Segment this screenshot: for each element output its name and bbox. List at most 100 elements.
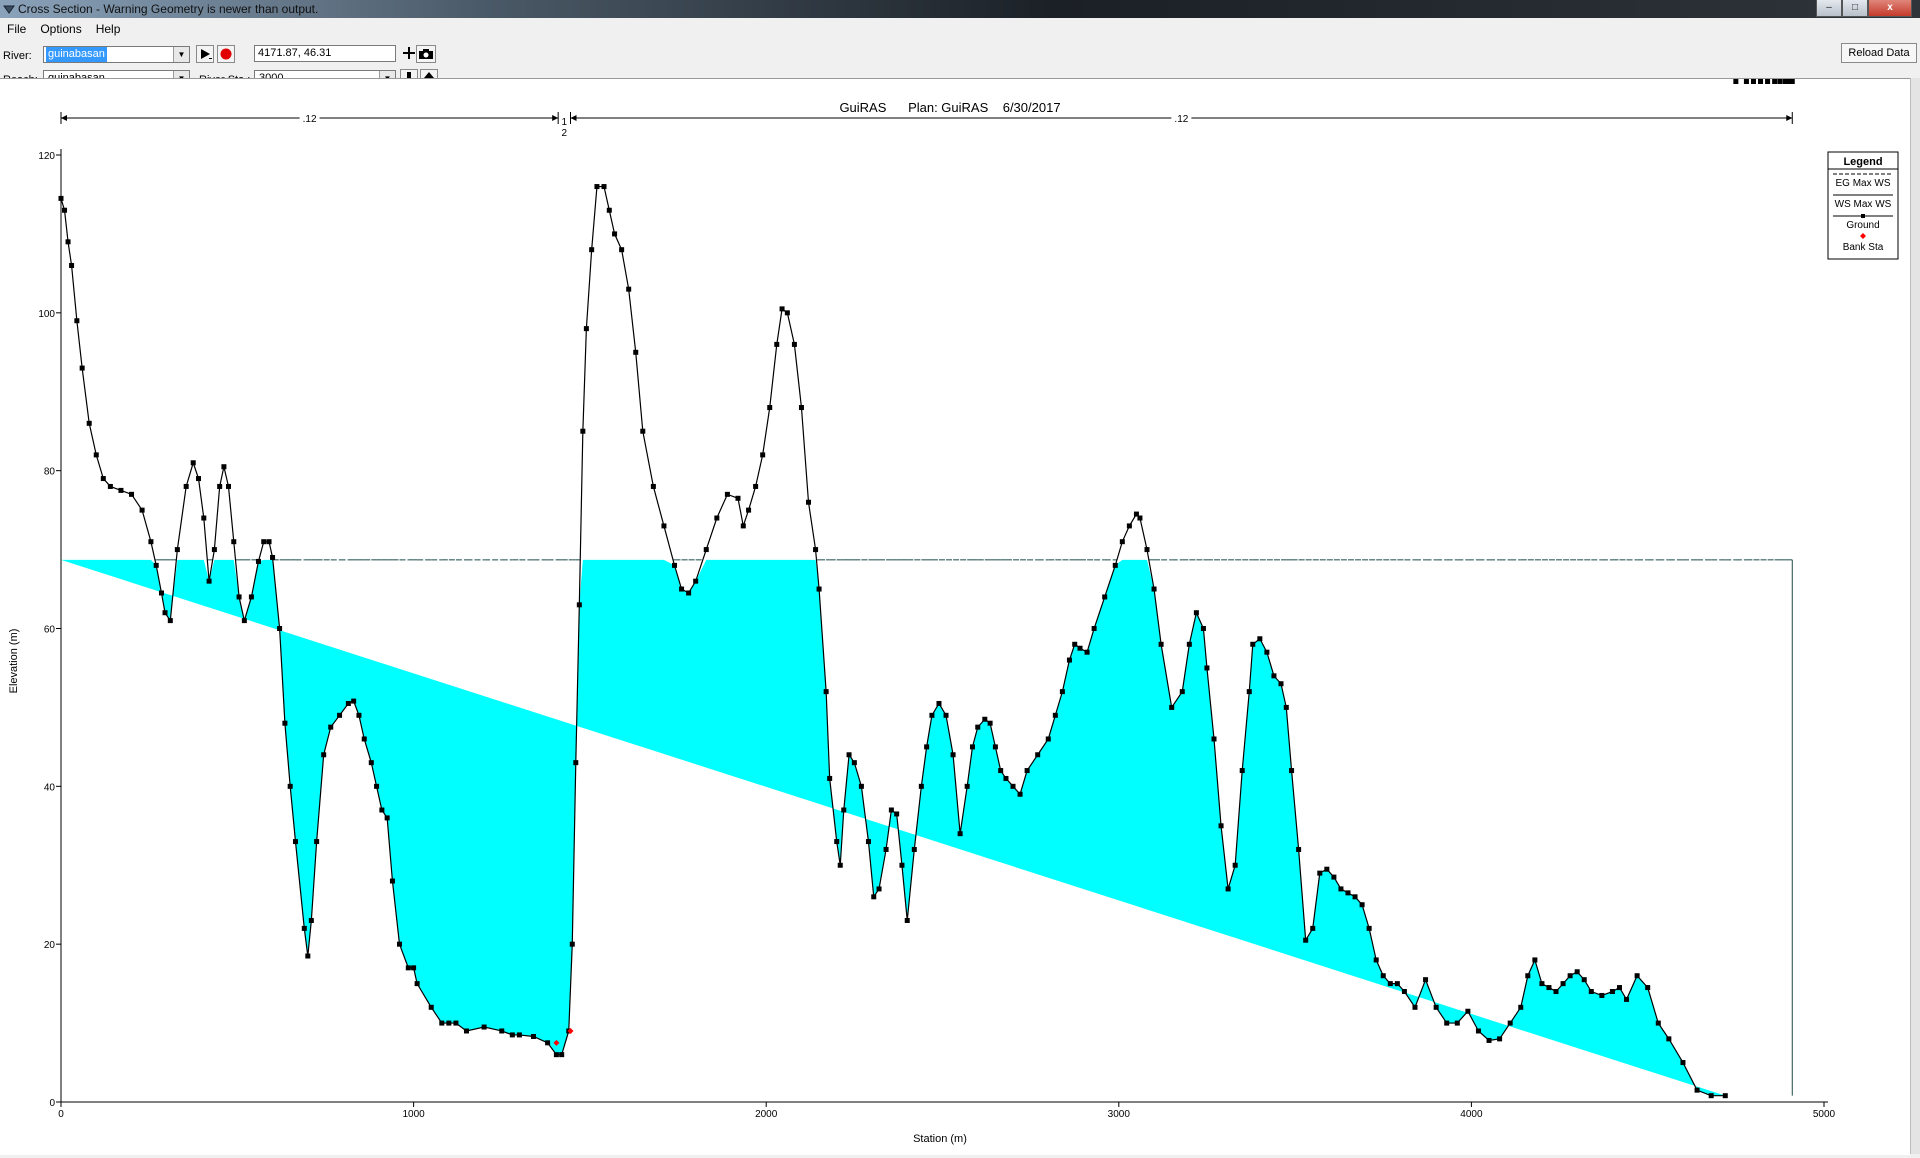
- minimize-button[interactable]: –: [1816, 0, 1842, 17]
- menu-options[interactable]: Options: [33, 19, 88, 39]
- ground-point: [107, 483, 113, 489]
- manning-arrow-left: [61, 115, 67, 121]
- ground-point: [816, 586, 822, 592]
- ground-point: [606, 207, 612, 213]
- play-icon: [201, 49, 212, 59]
- ground-point: [982, 716, 988, 722]
- ground-point: [206, 578, 212, 584]
- bank-marker-label: 2: [562, 128, 568, 139]
- maximize-button[interactable]: □: [1842, 0, 1868, 17]
- ground-point: [509, 1032, 515, 1038]
- ground-point: [1518, 1004, 1524, 1010]
- ground-point: [361, 736, 367, 742]
- ground-point: [987, 720, 993, 726]
- chevron-down-icon[interactable]: ▼: [173, 47, 189, 62]
- ground-point: [1645, 985, 1651, 991]
- menu-file[interactable]: File: [0, 19, 33, 39]
- menu-help[interactable]: Help: [89, 19, 128, 39]
- ground-point: [760, 452, 766, 458]
- ground-point: [1246, 689, 1252, 695]
- menu-bar: File Options Help: [0, 19, 1920, 39]
- ground-point: [888, 807, 894, 813]
- ground-point: [1743, 79, 1749, 84]
- ground-point: [255, 558, 261, 564]
- cross-section-plot-panel[interactable]: GuiRAS Plan: GuiRAS 6/30/2017 Station (m…: [0, 78, 1910, 1155]
- ground-point: [396, 941, 402, 947]
- ground-point: [918, 783, 924, 789]
- ground-point: [589, 247, 595, 253]
- ground-point: [1777, 79, 1783, 84]
- ground-point: [686, 590, 692, 596]
- y-tick-label: 40: [44, 782, 56, 793]
- ground-point: [1581, 977, 1587, 983]
- chart-legend: Legend EG Max WS WS Max WS Ground Bank S…: [1827, 151, 1899, 260]
- ground-point: [583, 326, 589, 332]
- ground-point: [1765, 79, 1771, 84]
- ground-point: [1158, 641, 1164, 647]
- ground-point: [79, 365, 85, 371]
- ground-point: [167, 618, 173, 624]
- ground-point: [1303, 937, 1309, 943]
- ground-point: [601, 184, 607, 190]
- manning-label: .12: [1174, 114, 1188, 125]
- river-select[interactable]: guinabasan ▼: [43, 46, 190, 63]
- ground-point: [735, 495, 741, 501]
- ground-point: [287, 783, 293, 789]
- ground-point: [1532, 957, 1538, 963]
- ground-point: [1475, 1028, 1481, 1034]
- ground-point: [1387, 981, 1393, 987]
- close-button[interactable]: x: [1868, 0, 1912, 17]
- ground-point: [100, 476, 106, 482]
- ground-point: [384, 815, 390, 821]
- ground-point: [1525, 973, 1531, 979]
- ground-point: [975, 724, 981, 730]
- play-button[interactable]: [196, 45, 214, 63]
- manning-label: .12: [303, 114, 317, 125]
- ground-point: [1169, 704, 1175, 710]
- ground-point: [463, 1028, 469, 1034]
- ground-point: [1186, 641, 1192, 647]
- camera-button[interactable]: [416, 45, 436, 63]
- river-label: River:: [3, 50, 32, 62]
- ground-point: [530, 1033, 536, 1039]
- ground-point: [211, 547, 217, 553]
- cross-section-chart[interactable]: GuiRAS Plan: GuiRAS 6/30/2017 Station (m…: [0, 79, 1910, 1155]
- ground-point: [1666, 1036, 1672, 1042]
- ground-point: [248, 594, 254, 600]
- y-axis-label: Elevation (m): [8, 629, 20, 694]
- ground-point: [1708, 1093, 1714, 1099]
- record-button[interactable]: [217, 45, 235, 63]
- ground-point: [1296, 846, 1302, 852]
- ground-point: [1352, 894, 1358, 900]
- ground-point: [1655, 1020, 1661, 1026]
- ground-point: [292, 839, 298, 845]
- ground-point: [453, 1020, 459, 1026]
- ground-point: [499, 1028, 505, 1034]
- ground-point: [1694, 1087, 1700, 1093]
- ground-point: [569, 941, 575, 947]
- ground-point: [894, 811, 900, 817]
- y-tick-label: 60: [44, 625, 56, 636]
- ground-point: [1497, 1036, 1503, 1042]
- ground-point: [446, 1020, 452, 1026]
- y-tick-label: 80: [44, 467, 56, 478]
- ground-point: [1119, 539, 1125, 545]
- ground-point: [266, 539, 272, 545]
- ground-point: [314, 839, 320, 845]
- ground-point: [118, 487, 124, 493]
- right-scrollbar[interactable]: [1910, 78, 1920, 1154]
- ground-point: [282, 720, 288, 726]
- ground-point: [389, 878, 395, 884]
- ground-point: [1271, 673, 1277, 679]
- ground-point: [1059, 689, 1065, 695]
- ground-point: [428, 1004, 434, 1010]
- ground-point: [594, 184, 600, 190]
- plus-icon: [403, 47, 415, 59]
- reload-data-button[interactable]: Reload Data: [1841, 43, 1917, 63]
- ground-point: [241, 618, 247, 624]
- x-axis-label: Station (m): [913, 1133, 967, 1145]
- ground-point: [1072, 641, 1078, 647]
- ground-point: [813, 547, 819, 553]
- ground-point: [1366, 925, 1372, 931]
- ground-point: [1599, 992, 1605, 998]
